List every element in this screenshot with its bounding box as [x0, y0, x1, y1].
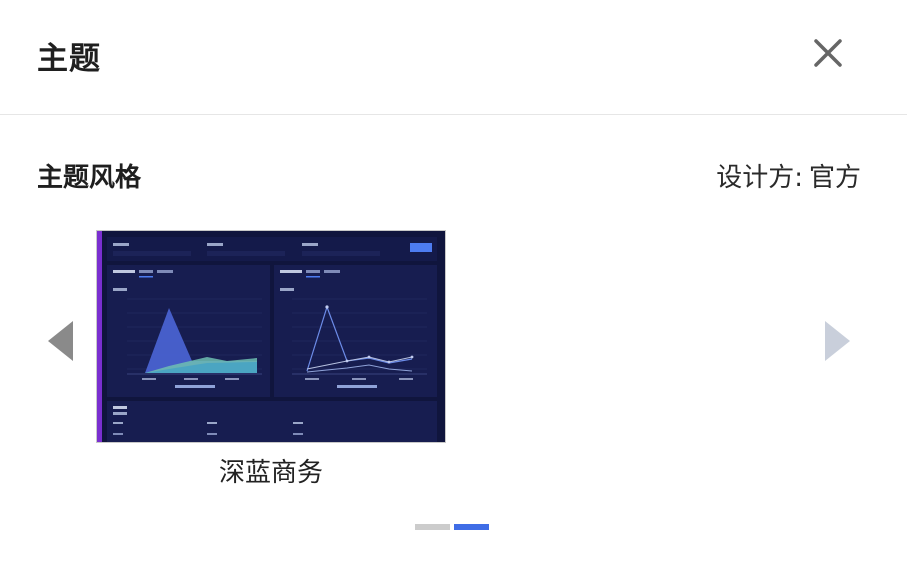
- carousel-next-button[interactable]: [822, 319, 852, 363]
- dashboard-preview-image: [97, 231, 445, 442]
- designer-value: 官方: [808, 163, 861, 193]
- panel-title: 主题: [37, 41, 101, 77]
- triangle-right-icon: [825, 321, 850, 361]
- close-button[interactable]: [808, 33, 848, 73]
- carousel-prev-button[interactable]: [46, 319, 76, 363]
- theme-card[interactable]: [96, 230, 446, 443]
- pagination-dot-2[interactable]: [454, 524, 489, 530]
- theme-style-heading: 主题风格: [37, 163, 142, 193]
- triangle-left-icon: [48, 321, 73, 361]
- pagination-dot-1[interactable]: [415, 524, 450, 530]
- carousel-pagination: [415, 524, 489, 530]
- close-icon: [814, 39, 842, 67]
- designer-info: 设计方: 官方: [716, 157, 861, 194]
- theme-thumbnail: [96, 230, 446, 443]
- theme-card-label: 深蓝商务: [218, 458, 323, 488]
- theme-panel: 主题 主题风格 设计方: 官方 深蓝商务: [0, 0, 907, 569]
- panel-header: 主题: [0, 0, 907, 115]
- designer-label: 设计方:: [716, 163, 803, 193]
